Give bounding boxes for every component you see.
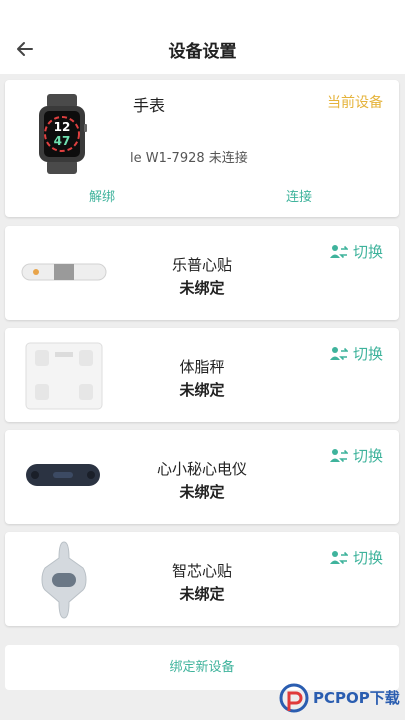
header-bar: 设备设置 [0, 0, 405, 74]
switch-button[interactable]: 切换 [329, 343, 383, 364]
switch-button[interactable]: 切换 [329, 547, 383, 568]
smartwatch-icon: 12 47 [39, 94, 87, 174]
connect-button[interactable]: 连接 [286, 186, 312, 205]
watch-time-hours: 12 [54, 120, 71, 134]
switch-icon [329, 448, 348, 462]
switch-label: 切换 [352, 549, 383, 567]
page-title: 设备设置 [168, 42, 237, 62]
device-card-smart-heart-patch[interactable]: 智芯心贴 未绑定 切换 [5, 532, 399, 626]
watch-time-minutes: 47 [54, 134, 71, 148]
switch-button[interactable]: 切换 [329, 241, 383, 262]
pcpop-logo-icon [279, 683, 309, 713]
switch-button[interactable]: 切换 [329, 445, 383, 466]
device-bind-state: 未绑定 [179, 585, 225, 603]
pcpop-watermark-logo: PCPOP下载 [279, 683, 405, 715]
device-name: 手表 [133, 96, 166, 115]
switch-label: 切换 [352, 345, 383, 363]
switch-label: 切换 [352, 447, 383, 465]
device-card-lepu-patch[interactable]: 乐普心贴 未绑定 切换 [5, 226, 399, 320]
device-card-ecg-monitor[interactable]: 心小秘心电仪 未绑定 切换 [5, 430, 399, 524]
device-bind-state: 未绑定 [179, 483, 225, 501]
switch-icon [329, 346, 348, 360]
switch-label: 切换 [352, 243, 383, 261]
current-device-badge: 当前设备 [327, 95, 383, 111]
device-status: le W1-7928 未连接 [130, 151, 248, 166]
switch-icon [329, 244, 348, 258]
device-bind-state: 未绑定 [179, 279, 225, 297]
watermark-text: PCPOP下载 [313, 689, 400, 707]
unbind-button[interactable]: 解绑 [89, 186, 115, 205]
switch-icon [329, 550, 348, 564]
device-bind-state: 未绑定 [179, 381, 225, 399]
current-device-card: 12 47 手表 当前设备 le W1-7928 未连接 解绑 连接 [5, 80, 399, 217]
device-card-body-fat-scale[interactable]: 体脂秤 未绑定 切换 [5, 328, 399, 422]
